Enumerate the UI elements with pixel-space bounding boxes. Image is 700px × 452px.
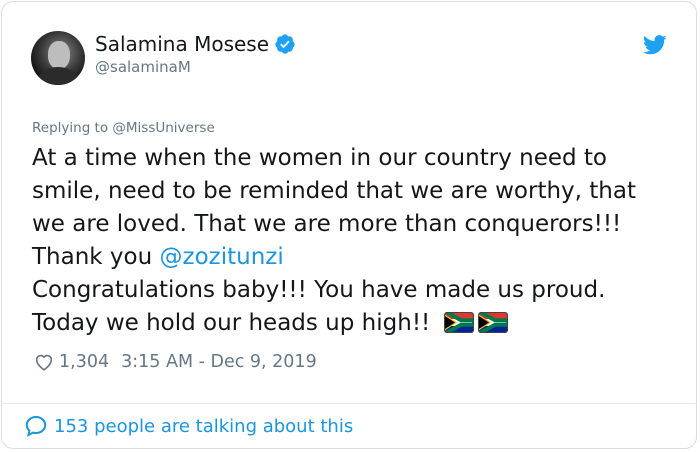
tweet-text: At a time when the women in our country … — [32, 142, 672, 340]
speech-bubble-icon — [25, 415, 47, 437]
tweet-line-6-text: Today we hold our heads up high!! — [32, 310, 431, 336]
tweet-line-6: Today we hold our heads up high!! — [32, 307, 672, 340]
author-handle[interactable]: @salaminaM — [95, 58, 191, 76]
twitter-bird-icon[interactable] — [643, 35, 667, 55]
thank-you-text: Thank you — [32, 244, 153, 270]
tweet-line-1: At a time when the women in our country … — [32, 145, 607, 171]
like-count[interactable]: 1,304 — [59, 352, 109, 372]
tweet-line-5: Congratulations baby!!! You have made us… — [32, 277, 606, 303]
south-africa-flag-icon — [444, 312, 475, 333]
mention-link[interactable]: @zozitunzi — [160, 244, 284, 270]
tweet-meta: 1,304 3:15 AM - Dec 9, 2019 — [33, 351, 317, 373]
tweet-line-2: smile, need to be reminded that we are w… — [32, 178, 636, 204]
replying-mention[interactable]: @MissUniverse — [112, 120, 214, 136]
avatar-face — [48, 41, 70, 69]
replying-prefix: Replying to — [32, 120, 109, 136]
divider — [1, 403, 697, 404]
tweet-line-4: Thank you @zozitunzi — [32, 241, 672, 274]
heart-icon[interactable] — [33, 351, 55, 373]
author-row: Salamina Mosese — [95, 32, 296, 56]
author-name[interactable]: Salamina Mosese — [95, 32, 269, 56]
replying-to: Replying to @MissUniverse — [32, 120, 215, 136]
avatar[interactable] — [31, 31, 85, 85]
talking-text[interactable]: 153 people are talking about this — [54, 416, 353, 437]
avatar-body — [37, 67, 79, 85]
verified-badge-icon — [275, 34, 295, 54]
talking-link[interactable]: 153 people are talking about this — [24, 414, 353, 438]
timestamp[interactable]: 3:15 AM - Dec 9, 2019 — [121, 352, 317, 372]
tweet-line-3: we are loved. That we are more than conq… — [32, 211, 622, 237]
south-africa-flag-icon — [478, 312, 509, 333]
